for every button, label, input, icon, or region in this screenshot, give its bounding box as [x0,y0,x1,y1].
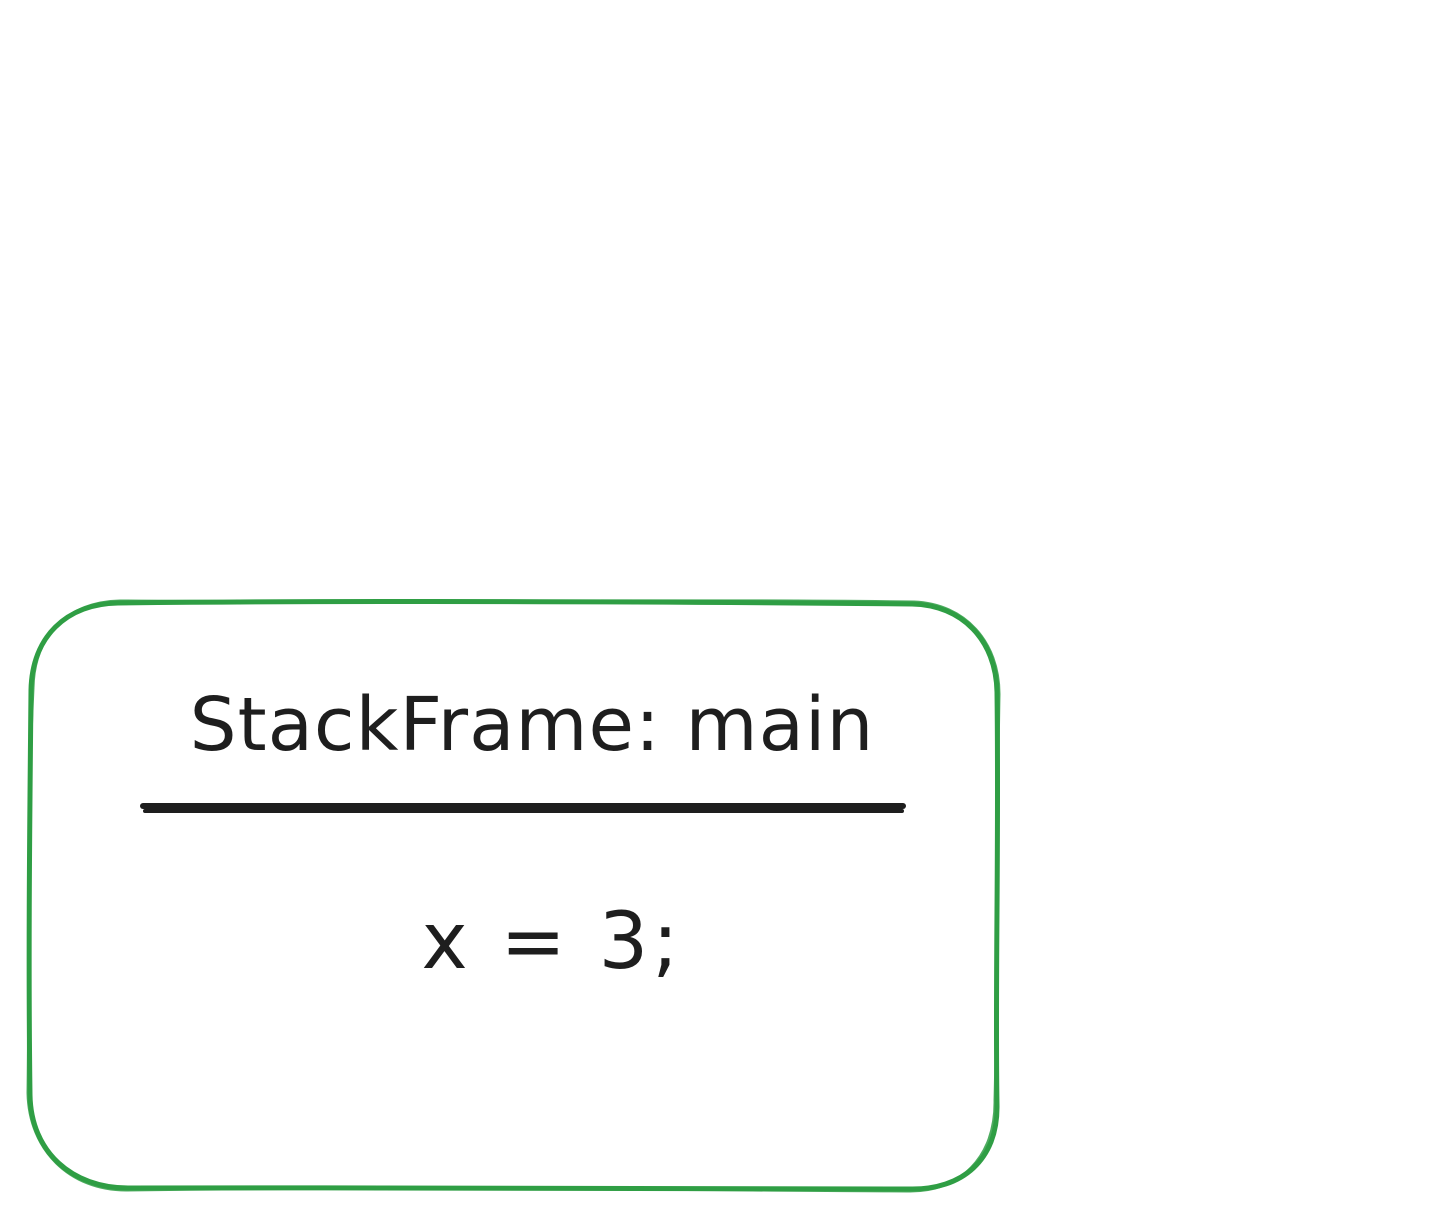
stack-frame-title: StackFrame: main [190,682,875,768]
title-divider [140,803,906,813]
stack-frame-variable: x = 3; [421,897,682,987]
stack-frame-box[interactable]: StackFrame: main x = 3; [26,598,1001,1193]
diagram-canvas: StackFrame: main x = 3; [0,0,1453,1219]
diagram-svg: StackFrame: main x = 3; [26,598,1001,1193]
